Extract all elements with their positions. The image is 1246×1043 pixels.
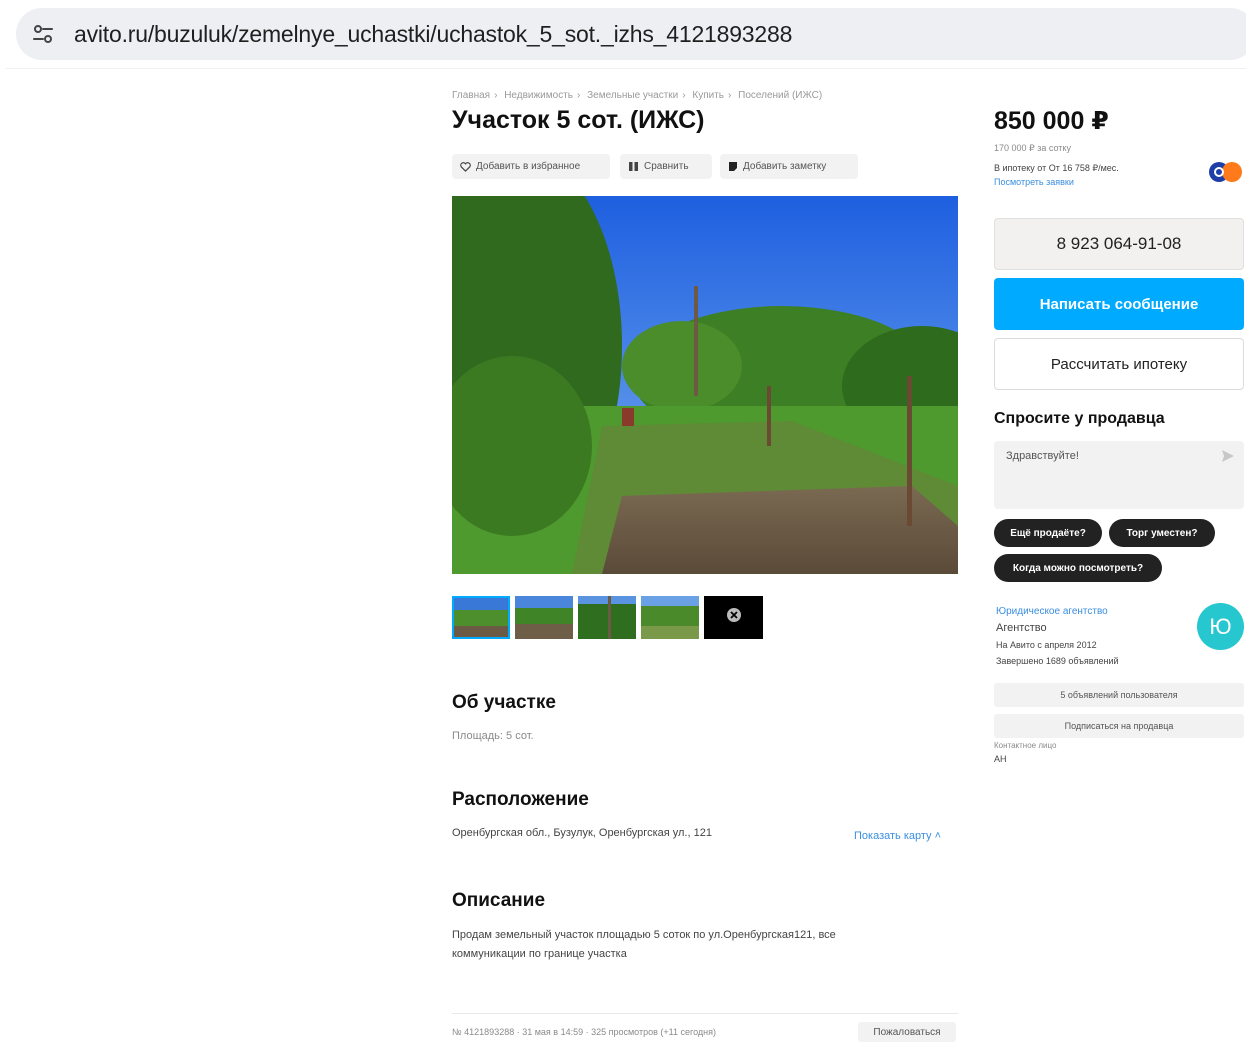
write-message-button[interactable]: Написать сообщение bbox=[994, 278, 1244, 330]
about-heading: Об участке bbox=[452, 692, 556, 713]
seller-type: Агентство bbox=[996, 622, 1047, 634]
note-icon bbox=[728, 161, 738, 172]
mortgage-link[interactable]: Посмотреть заявки bbox=[994, 177, 1074, 187]
page-title: Участок 5 сот. (ИЖС) bbox=[452, 106, 705, 134]
area-label: Площадь: bbox=[452, 730, 503, 742]
ask-seller-input[interactable]: Здравствуйте! bbox=[994, 441, 1244, 509]
footer-divider bbox=[452, 1013, 958, 1014]
contact-person-label: Контактное лицо bbox=[994, 741, 1057, 750]
chip-still-selling[interactable]: Ещё продаёте? bbox=[994, 519, 1102, 547]
compare-label: Сравнить bbox=[644, 161, 689, 172]
toolbar-divider bbox=[6, 68, 1246, 69]
breadcrumb-buy[interactable]: Купить bbox=[692, 90, 724, 101]
close-circle-icon bbox=[726, 607, 742, 628]
seller-ads-button[interactable]: 5 объявлений пользователя bbox=[994, 683, 1244, 707]
gallery-thumb-3[interactable] bbox=[578, 596, 636, 639]
description-line-2: коммуникации по границе участка bbox=[452, 948, 627, 960]
heart-icon bbox=[460, 161, 471, 172]
add-favorite-label: Добавить в избранное bbox=[476, 161, 581, 172]
subscribe-seller-button[interactable]: Подписаться на продавца bbox=[994, 714, 1244, 738]
price: 850 000 ₽ bbox=[994, 107, 1109, 135]
chip-when-view[interactable]: Когда можно посмотреть? bbox=[994, 554, 1162, 582]
breadcrumb-land[interactable]: Земельные участки bbox=[587, 90, 678, 101]
add-favorite-button[interactable]: Добавить в избранное bbox=[452, 154, 610, 179]
listing-meta: № 4121893288 · 31 мая в 14:59 · 325 прос… bbox=[452, 1027, 716, 1037]
calculate-mortgage-button[interactable]: Рассчитать ипотеку bbox=[994, 338, 1244, 390]
breadcrumb-home[interactable]: Главная bbox=[452, 90, 490, 101]
add-note-button[interactable]: Добавить заметку bbox=[720, 154, 858, 179]
avatar[interactable]: Ю bbox=[1197, 603, 1244, 650]
bank-logo-icon bbox=[1206, 160, 1246, 184]
gallery-more-button[interactable] bbox=[704, 596, 763, 639]
price-per-unit: 170 000 ₽ за сотку bbox=[994, 143, 1071, 153]
url-text[interactable]: avito.ru/buzuluk/zemelnye_uchastki/uchas… bbox=[74, 21, 792, 48]
complain-button[interactable]: Пожаловаться bbox=[858, 1022, 956, 1042]
compare-button[interactable]: Сравнить bbox=[620, 154, 712, 179]
address-text: Оренбургская обл., Бузулук, Оренбургская… bbox=[452, 827, 712, 839]
gallery-thumb-2[interactable] bbox=[515, 596, 573, 639]
breadcrumb-realty[interactable]: Недвижимость bbox=[504, 90, 573, 101]
send-icon[interactable] bbox=[1221, 449, 1235, 468]
add-note-label: Добавить заметку bbox=[743, 161, 827, 172]
breadcrumb-izhs[interactable]: Поселений (ИЖС) bbox=[738, 90, 822, 101]
contact-person-value: АН bbox=[994, 754, 1007, 764]
seller-name[interactable]: Юридическое агентство bbox=[996, 606, 1108, 617]
ask-seller-heading: Спросите у продавца bbox=[994, 410, 1165, 427]
seller-completed: Завершено 1689 объявлений bbox=[996, 656, 1119, 666]
main-photo[interactable] bbox=[452, 196, 958, 574]
description-heading: Описание bbox=[452, 890, 546, 911]
description-line-1: Продам земельный участок площадью 5 сото… bbox=[452, 929, 836, 941]
mortgage-line: В ипотеку от От 16 758 ₽/мес. bbox=[994, 163, 1119, 173]
location-heading: Расположение bbox=[452, 789, 589, 810]
area-value: 5 сот. bbox=[506, 730, 534, 742]
breadcrumb: Главная › Недвижимость › Земельные участки… bbox=[452, 90, 823, 101]
seller-since: На Авито с апреля 2012 bbox=[996, 640, 1097, 650]
compare-icon bbox=[628, 161, 639, 172]
chip-bargain[interactable]: Торг уместен? bbox=[1109, 519, 1215, 547]
show-phone-button[interactable]: 8 923 064-91-08 bbox=[994, 218, 1244, 270]
show-map-link[interactable]: Показать карту ˄ bbox=[854, 830, 941, 842]
area-row: Площадь: 5 сот. bbox=[452, 730, 534, 742]
tune-icon[interactable] bbox=[30, 21, 56, 47]
gallery-thumb-1[interactable] bbox=[452, 596, 510, 639]
gallery-thumb-4[interactable] bbox=[641, 596, 699, 639]
address-bar[interactable]: avito.ru/buzuluk/zemelnye_uchastki/uchas… bbox=[16, 8, 1246, 60]
